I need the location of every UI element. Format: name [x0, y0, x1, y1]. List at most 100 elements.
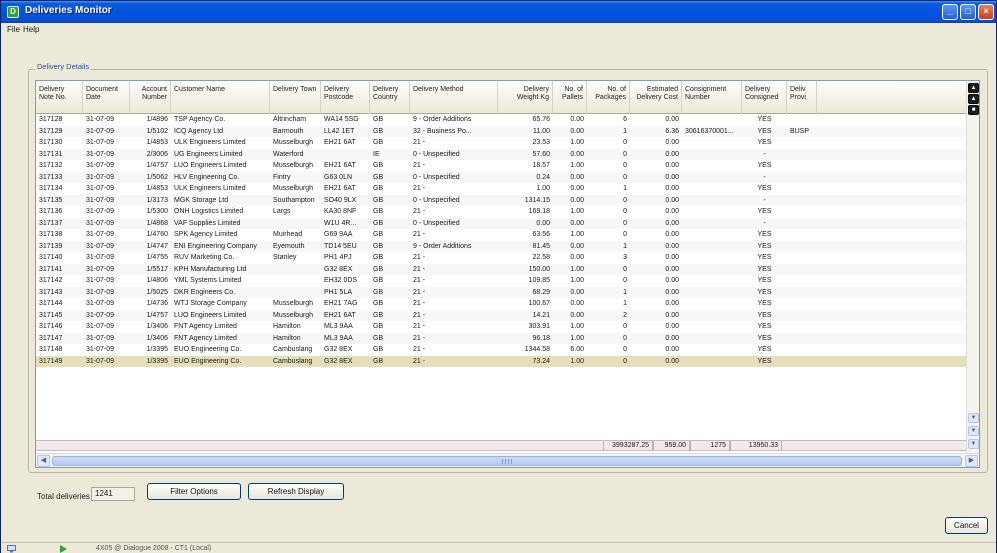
cell-delivery-town: Fintry [273, 173, 291, 181]
table-row[interactable]: 317128 31-07-09 1/4896 TSP Agency Co. Altrin… [36, 114, 966, 125]
cell-note-no: 317145 [39, 311, 63, 319]
cell-estimated-cost: 0.00 [665, 288, 679, 296]
cell-customer-name: FNT Agency Limited [174, 334, 237, 342]
scroll-down-icon[interactable]: ▼ [968, 413, 979, 423]
cell-weight: 57.60 [532, 150, 550, 158]
cell-delivery-country: GB [373, 288, 384, 296]
column-header-note-no[interactable]: Delivery Note No. [36, 81, 83, 114]
table-row[interactable]: 317137 31-07-09 1/4868 VAF Supplies Limited… [36, 217, 966, 229]
cell-document-date: 31-07-09 [86, 185, 115, 192]
refresh-display-button[interactable]: Refresh Display [248, 483, 344, 500]
cell-estimated-cost: 0.00 [665, 196, 679, 204]
table-row[interactable]: 317130 31-07-09 1/4853 ULK Engineers Limite… [36, 137, 966, 148]
scroll-left-icon[interactable]: ◀ [37, 455, 50, 467]
table-row[interactable]: 317139 31-07-09 1/4747 ENI Engineering Comp… [36, 240, 966, 252]
table-row[interactable]: 317146 31-07-09 1/3406 FNT Agency Limited Ha… [36, 321, 966, 332]
cell-delivery-country: GB [373, 231, 384, 238]
cell-consignment-number [682, 252, 742, 263]
scroll-bottom-icon[interactable]: ▼ [968, 426, 979, 436]
cell-delivery-method: 21 - [413, 208, 426, 215]
scroll-right-icon[interactable]: ▶ [965, 455, 978, 467]
scroll-page-icon[interactable]: ■ [968, 105, 979, 115]
cell-pallets: 1.00 [570, 323, 584, 330]
minimize-button[interactable]: _ [942, 4, 958, 20]
table-row[interactable]: 317134 31-07-09 1/4853 ULK Engineers Limite… [36, 183, 966, 194]
status-bar: 4X05 @ Dialogue 2008 - CT1 (Local) [1, 542, 996, 553]
cell-delivery-method: 21 - [413, 311, 426, 319]
table-row[interactable]: 317142 31-07-09 1/4806 YML Systems Limited E… [36, 275, 966, 286]
totals-row: 3993287.25 959.00 1275 13950.33 [36, 440, 966, 451]
table-row[interactable]: 317135 31-07-09 1/3173 MGK Storage Ltd South… [36, 194, 966, 206]
total-deliveries-label: Total deliveries [37, 492, 90, 501]
column-header-customer-name[interactable]: Customer Name [171, 81, 270, 114]
table-row[interactable]: 317143 31-07-09 1/5025 DKR Engineers Co. PH1… [36, 286, 966, 298]
cell-delivery-postcode: EH21 6AT [324, 311, 356, 319]
cell-delivery-town: Eyemouth [273, 242, 305, 250]
column-header-pallets[interactable]: No. of Pallets [553, 81, 587, 114]
scroll-top-icon[interactable]: ▲ [968, 83, 979, 93]
cell-customer-name: ICQ Agency Ltd [174, 127, 224, 135]
cell-note-no: 317131 [39, 150, 63, 158]
cell-pallets: 0.00 [570, 219, 584, 227]
column-header-consignment-number[interactable]: Consignment Number [682, 81, 742, 114]
filter-options-button[interactable]: Filter Options [147, 483, 241, 500]
cell-delivery-country: GB [373, 323, 384, 330]
cell-delivery-postcode: G32 8EX [324, 265, 353, 273]
horizontal-scroll-thumb[interactable] [52, 456, 962, 466]
cell-packages: 0 [623, 150, 627, 158]
cell-delivery-country: GB [373, 277, 384, 284]
column-header-delivery-country[interactable]: Delivery Country [370, 81, 410, 114]
table-row[interactable]: 317145 31-07-09 1/4757 LUO Engineers Limite… [36, 309, 966, 321]
column-header-delivery-town[interactable]: Delivery Town [270, 81, 321, 114]
table-row[interactable]: 317133 31-07-09 1/5062 HLV Engineering Co. F… [36, 171, 966, 183]
deliveries-grid[interactable]: Delivery Note No. Document Date Account Nu… [35, 80, 980, 468]
cell-delivery-method: 32 - Business Po... [413, 127, 472, 135]
column-header-delivery-postcode[interactable]: Delivery Postcode [321, 81, 370, 114]
cell-document-date: 31-07-09 [86, 334, 115, 342]
table-row[interactable]: 317138 31-07-09 1/4760 SPK Agency Limited Mu… [36, 229, 966, 240]
column-header-document-date[interactable]: Document Date [83, 81, 130, 114]
cell-provider [787, 195, 817, 206]
column-header-weight[interactable]: Delivery Weight Kg [498, 81, 553, 114]
cell-account-number: 1/5062 [146, 173, 168, 181]
cell-estimated-cost: 0.00 [665, 277, 679, 284]
cell-account-number: 1/3406 [146, 323, 168, 330]
cell-delivery-town [270, 218, 321, 229]
cell-delivery-country: GB [373, 357, 384, 365]
table-row[interactable]: 317136 31-07-09 1/5300 ONH Logistics Limite… [36, 206, 966, 217]
column-header-estimated-cost[interactable]: Estimated Delivery Cost [630, 81, 682, 114]
cell-document-date: 31-07-09 [86, 231, 115, 238]
scroll-end-icon[interactable]: ▼ [968, 439, 979, 449]
table-row[interactable]: 317141 31-07-09 1/5517 KPH Manufacturing Lt… [36, 263, 966, 275]
column-header-packages[interactable]: No. of Packages [587, 81, 630, 114]
column-header-provider[interactable]: Deliv Provi [787, 81, 817, 114]
horizontal-scrollbar[interactable]: ◀ ▶ [36, 453, 979, 467]
cell-delivery-method: 21 - [413, 139, 426, 146]
cell-provider [787, 333, 817, 344]
menu-file[interactable]: File [7, 25, 20, 34]
table-row[interactable]: 317149 31-07-09 1/3395 EUO Engineering Co. C… [36, 355, 966, 367]
maximize-button[interactable]: □ [960, 4, 976, 20]
column-header-delivery-method[interactable]: Delivery Method [410, 81, 498, 114]
title-bar[interactable]: D Deliveries Monitor _ □ × [1, 1, 996, 23]
cell-provider [787, 321, 817, 332]
table-row[interactable]: 317140 31-07-09 1/4755 RUV Marketing Co. Sta… [36, 252, 966, 263]
table-row[interactable]: 317131 31-07-09 2/3006 UG Engineers Limited… [36, 148, 966, 160]
cell-pallets: 1.00 [570, 334, 584, 342]
cell-customer-name: EUO Engineering Co. [174, 346, 242, 353]
table-row[interactable]: 317148 31-07-09 1/3395 EUO Engineering Co. C… [36, 344, 966, 355]
table-row[interactable]: 317147 31-07-09 1/3406 FNT Agency Limited Ha… [36, 332, 966, 344]
menu-help[interactable]: Help [23, 25, 39, 34]
cancel-button[interactable]: Cancel [945, 517, 988, 534]
close-button[interactable]: × [978, 4, 994, 20]
vertical-scrollbar[interactable]: ▲ ▲ ■ ▼ ▼ ▼ [966, 81, 979, 453]
table-row[interactable]: 317129 31-07-09 1/5102 ICQ Agency Ltd Barmou… [36, 125, 966, 137]
table-row[interactable]: 317144 31-07-09 1/4736 WTJ Storage Company M… [36, 298, 966, 309]
column-header-account-number[interactable]: Account Number [130, 81, 171, 114]
cell-consigned: - [763, 196, 766, 204]
cell-provider [787, 252, 817, 263]
cell-pallets: 0.00 [570, 173, 584, 181]
column-header-consigned[interactable]: Delivery Consigned [742, 81, 787, 114]
scroll-up-icon[interactable]: ▲ [968, 94, 979, 104]
table-row[interactable]: 317132 31-07-09 1/4757 LUO Engineers Limite… [36, 160, 966, 171]
